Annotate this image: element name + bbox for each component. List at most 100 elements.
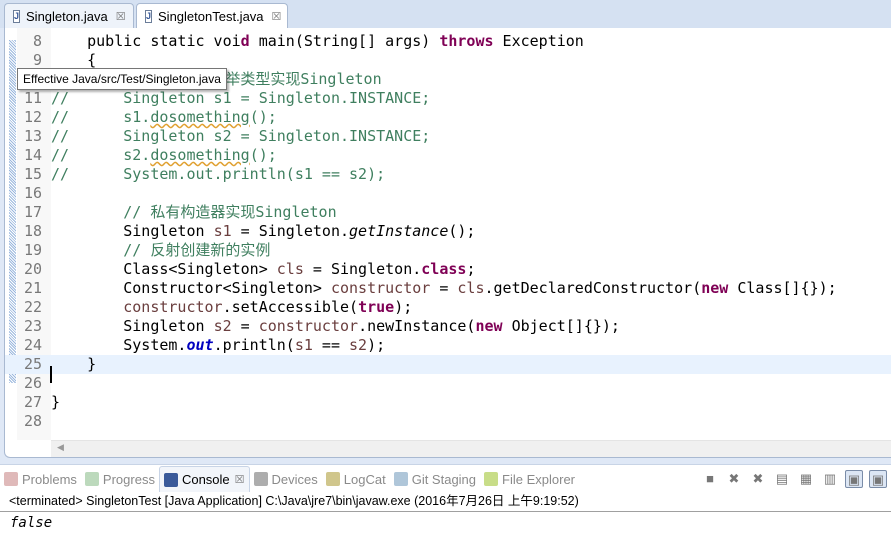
code-line[interactable]: 25 } bbox=[5, 355, 891, 374]
close-icon[interactable]: ☒ bbox=[235, 473, 245, 486]
line-number: 8 bbox=[32, 32, 42, 50]
code-line[interactable]: 14 // s2.dosomething(); bbox=[5, 146, 891, 165]
code-text: constructor.setAccessible(true); bbox=[51, 298, 412, 317]
code-line[interactable]: 26 bbox=[5, 374, 891, 393]
code-line[interactable]: 23 Singleton s2 = constructor.newInstanc… bbox=[5, 317, 891, 336]
code-line[interactable]: 20 Class<Singleton> cls = Singleton.clas… bbox=[5, 260, 891, 279]
code-line[interactable]: 16 bbox=[5, 184, 891, 203]
code-line[interactable]: 28 bbox=[5, 412, 891, 431]
code-line[interactable]: 15 // System.out.println(s1 == s2); bbox=[5, 165, 891, 184]
horizontal-scrollbar[interactable]: ◀ bbox=[51, 440, 891, 457]
code-token: == bbox=[312, 336, 350, 354]
logcat-icon bbox=[325, 472, 340, 486]
scroll-left-icon[interactable]: ◀ bbox=[57, 442, 64, 453]
code-token: main(String[] args) bbox=[249, 32, 440, 50]
tab-label: Problems bbox=[22, 471, 77, 487]
code-line[interactable]: 22 constructor.setAccessible(true); bbox=[5, 298, 891, 317]
line-number: 11 bbox=[23, 89, 42, 107]
code-line[interactable]: 11 // Singleton s1 = Singleton.INSTANCE; bbox=[5, 89, 891, 108]
tab-file-explorer[interactable]: File Explorer bbox=[480, 466, 579, 492]
code-text: // 私有构造器实现Singleton bbox=[51, 203, 337, 222]
code-line[interactable]: 12 // s1.dosomething(); bbox=[5, 108, 891, 127]
clear-console-icon[interactable]: ▤ bbox=[773, 470, 791, 488]
code-token: s2 bbox=[213, 317, 232, 335]
code-text: System.out.println(s1 == s2); bbox=[51, 336, 385, 355]
git-staging-icon bbox=[393, 472, 408, 486]
code-token: Constructor<Singleton> bbox=[51, 279, 331, 297]
line-number: 15 bbox=[23, 165, 42, 183]
tab-label: Progress bbox=[102, 471, 155, 487]
code-line[interactable]: 17 // 私有构造器实现Singleton bbox=[5, 203, 891, 222]
tab-logcat[interactable]: LogCat bbox=[322, 466, 390, 492]
tab-devices[interactable]: Devices bbox=[250, 466, 322, 492]
word-wrap-icon[interactable]: ▥ bbox=[821, 470, 839, 488]
code-token: cls bbox=[276, 260, 304, 278]
code-token: = bbox=[430, 279, 458, 297]
code-token: class bbox=[421, 260, 467, 278]
code-token: Singleton bbox=[51, 317, 214, 335]
line-number: 13 bbox=[23, 127, 42, 145]
code-token: dosomething bbox=[150, 108, 250, 126]
tab-progress[interactable]: Progress bbox=[81, 466, 159, 492]
code-text: // Singleton s1 = Singleton.INSTANCE; bbox=[51, 89, 430, 108]
line-number: 27 bbox=[23, 393, 42, 411]
code-token: ); bbox=[367, 336, 386, 354]
close-icon[interactable]: ☒ bbox=[272, 10, 282, 23]
code-token: .newInstance( bbox=[358, 317, 476, 335]
tab-label: LogCat bbox=[343, 471, 386, 487]
code-token: // Singleton s2 = Singleton.INSTANCE; bbox=[51, 127, 431, 145]
code-token: ; bbox=[466, 260, 476, 278]
remove-launch-icon[interactable]: ✖ bbox=[725, 470, 743, 488]
line-number: 28 bbox=[23, 412, 42, 430]
tab-singleton-java[interactable]: J Singleton.java ☒ bbox=[4, 3, 134, 28]
code-token: new bbox=[701, 279, 729, 297]
line-number: 12 bbox=[23, 108, 42, 126]
remove-all-icon[interactable]: ✖ bbox=[749, 470, 767, 488]
java-file-icon: J bbox=[145, 9, 153, 23]
code-token: public static voi bbox=[51, 32, 241, 50]
code-token: d bbox=[240, 32, 250, 50]
console-launch-info: <terminated> SingletonTest [Java Applica… bbox=[9, 494, 579, 508]
tab-singletontest-java[interactable]: J SingletonTest.java ☒ bbox=[136, 3, 288, 28]
tab-git-staging[interactable]: Git Staging bbox=[390, 466, 480, 492]
code-text: Singleton s1 = Singleton.getInstance(); bbox=[51, 222, 475, 241]
code-token: s1 bbox=[213, 222, 232, 240]
code-line[interactable]: 24 System.out.println(s1 == s2); bbox=[5, 336, 891, 355]
tab-label: Singleton.java bbox=[26, 8, 108, 24]
code-token: .setAccessible( bbox=[222, 298, 359, 316]
code-token: true bbox=[358, 298, 395, 316]
close-icon[interactable]: ☒ bbox=[116, 10, 126, 23]
code-token: Object[]{}); bbox=[502, 317, 620, 335]
code-token: (); bbox=[249, 146, 277, 164]
console-output[interactable]: false bbox=[10, 515, 52, 531]
code-line[interactable]: 8 public static void main(String[] args)… bbox=[5, 32, 891, 51]
code-token: // 私有构造器实现Singleton bbox=[123, 203, 337, 221]
tab-problems[interactable]: Problems bbox=[0, 466, 81, 492]
code-text: // System.out.println(s1 == s2); bbox=[51, 165, 385, 184]
line-number: 22 bbox=[23, 298, 42, 316]
scroll-lock-icon[interactable]: ▦ bbox=[797, 470, 815, 488]
bottom-panel: Problems Progress Console ☒ Devices LogCat Git… bbox=[0, 464, 891, 550]
code-token: // s2. bbox=[51, 146, 151, 164]
code-line[interactable]: 27} bbox=[5, 393, 891, 412]
code-line[interactable]: 19 // 反射创建新的实例 bbox=[5, 241, 891, 260]
code-token: getInstance bbox=[349, 222, 449, 240]
code-line[interactable]: 21 Constructor<Singleton> constructor = … bbox=[5, 279, 891, 298]
code-token: s2 bbox=[349, 336, 368, 354]
code-editor[interactable]: 78 public static void main(String[] args… bbox=[4, 28, 891, 458]
code-line[interactable]: 13 // Singleton s2 = Singleton.INSTANCE; bbox=[5, 127, 891, 146]
code-token: Exception bbox=[493, 32, 584, 50]
code-text: // s2.dosomething(); bbox=[51, 146, 277, 165]
terminate-icon[interactable]: ■ bbox=[701, 470, 719, 488]
display-selected-console-icon[interactable]: ▣ bbox=[845, 470, 863, 488]
line-number: 14 bbox=[23, 146, 42, 164]
code-token: // Singleton s1 = Singleton.INSTANCE; bbox=[51, 89, 431, 107]
code-token: (); bbox=[249, 108, 277, 126]
tab-console[interactable]: Console ☒ bbox=[158, 466, 250, 492]
code-token: System. bbox=[51, 336, 187, 354]
code-token: constructor bbox=[258, 317, 359, 335]
code-line[interactable]: 18 Singleton s1 = Singleton.getInstance(… bbox=[5, 222, 891, 241]
open-console-icon[interactable]: ▣ bbox=[869, 470, 887, 488]
code-token: // System.out.println(s1 == s2); bbox=[51, 165, 386, 183]
